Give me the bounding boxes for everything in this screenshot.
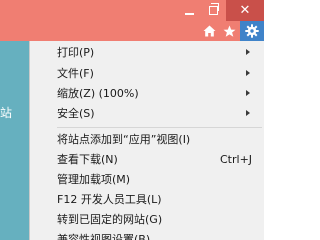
menu-item-label: 文件(F) (57, 67, 94, 80)
menu-item-f12-developer-tools[interactable]: F12 开发人员工具(L) (30, 189, 265, 209)
menu-item-label: 将站点添加到“应用”视图(I) (57, 133, 191, 146)
gear-icon (245, 24, 259, 38)
menu-item-label: 管理加载项(M) (57, 173, 131, 186)
title-bar (0, 0, 264, 21)
menu-item-label: 查看下载(N) (57, 153, 118, 166)
menu-item-add-site-to-apps[interactable]: 将站点添加到“应用”视图(I) (30, 129, 265, 149)
menu-item-label: 兼容性视图设置(B) (57, 233, 151, 240)
home-button[interactable] (199, 21, 219, 41)
star-icon (223, 25, 235, 37)
tools-menu: 打印(P) 文件(F) 缩放(Z) (100%) 安全(S) 将站点添加到“应用… (29, 41, 264, 240)
minimize-button[interactable] (178, 0, 200, 21)
submenu-arrow-icon (246, 90, 250, 96)
submenu-arrow-icon (246, 49, 250, 55)
menu-item-label: F12 开发人员工具(L) (57, 193, 162, 206)
menu-item-print[interactable]: 打印(P) (30, 42, 265, 62)
menu-item-compatibility-view-settings[interactable]: 兼容性视图设置(B) (30, 229, 265, 240)
home-icon (203, 25, 215, 37)
menu-item-shortcut: Ctrl+J (220, 152, 253, 166)
menu-item-file[interactable]: 文件(F) (30, 63, 265, 83)
restore-button[interactable] (202, 0, 224, 21)
menu-item-view-downloads[interactable]: 查看下载(N) Ctrl+J (30, 149, 265, 169)
menu-item-label: 转到已固定的网站(G) (57, 213, 163, 226)
close-icon: ✕ (239, 3, 251, 18)
menu-item-zoom[interactable]: 缩放(Z) (100%) (30, 83, 265, 103)
restore-icon (208, 3, 219, 15)
close-button[interactable]: ✕ (226, 0, 264, 21)
menu-separator (57, 127, 262, 128)
tools-button[interactable] (240, 21, 264, 41)
page-text-fragment: 站 (0, 106, 13, 120)
menu-item-pinned-sites[interactable]: 转到已固定的网站(G) (30, 209, 265, 229)
menu-item-label: 缩放(Z) (100%) (57, 87, 139, 100)
menu-item-manage-addons[interactable]: 管理加载项(M) (30, 169, 265, 189)
favorites-button[interactable] (219, 21, 239, 41)
submenu-arrow-icon (246, 110, 250, 116)
menu-item-safety[interactable]: 安全(S) (30, 103, 265, 123)
menu-item-label: 安全(S) (57, 107, 95, 120)
minimize-icon (184, 12, 194, 15)
menu-item-label: 打印(P) (57, 46, 95, 59)
submenu-arrow-icon (246, 70, 250, 76)
